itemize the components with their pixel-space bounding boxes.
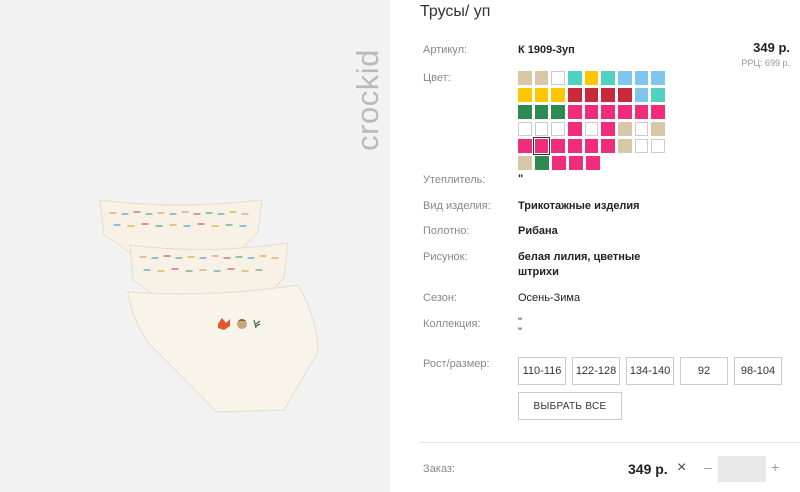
brand-logo-text: crockid (350, 49, 385, 151)
size-options: 110-116 122-128 134-140 92 98-104 (518, 357, 788, 385)
product-info-panel: Трусы/ уп Артикул: К 1909-3уп 349 р. РРЦ… (390, 0, 800, 492)
insulation-label: Утеплитель: (423, 174, 486, 186)
order-price: 349 р. (628, 461, 668, 477)
swatch-row (518, 105, 668, 119)
color-swatch[interactable] (584, 122, 599, 136)
color-swatch[interactable] (634, 105, 649, 119)
color-swatch[interactable] (601, 139, 616, 153)
color-swatch[interactable] (651, 88, 666, 102)
size-option[interactable]: 110-116 (518, 357, 566, 385)
color-swatch[interactable] (568, 88, 582, 102)
size-option[interactable]: 122-128 (572, 357, 620, 385)
swatch-row (518, 71, 668, 85)
color-swatch[interactable] (601, 71, 616, 85)
color-swatch[interactable] (552, 156, 566, 170)
close-icon[interactable]: × (677, 459, 686, 477)
color-swatch[interactable] (618, 122, 632, 136)
color-swatch[interactable] (634, 88, 649, 102)
color-swatch[interactable] (518, 88, 532, 102)
color-swatch[interactable] (534, 105, 549, 119)
season-label: Сезон: (423, 292, 457, 304)
fabric-label: Полотно: (423, 225, 470, 237)
color-swatch[interactable] (518, 122, 532, 136)
divider (420, 442, 800, 443)
color-swatch[interactable] (586, 156, 600, 170)
color-swatch[interactable] (651, 105, 666, 119)
color-swatch[interactable] (551, 105, 566, 119)
product-title: Трусы/ уп (420, 3, 491, 20)
color-swatch[interactable] (601, 122, 616, 136)
color-swatch[interactable] (534, 88, 549, 102)
color-swatch[interactable] (584, 139, 599, 153)
color-swatch[interactable] (568, 105, 582, 119)
color-swatches (518, 71, 668, 173)
color-swatch[interactable] (634, 122, 649, 136)
select-all-button[interactable]: ВЫБРАТЬ ВСЕ (518, 392, 622, 420)
swatch-row (518, 122, 668, 136)
swatch-row (518, 137, 668, 155)
collection-value: " " (518, 316, 522, 338)
color-label: Цвет: (423, 72, 451, 84)
color-swatch[interactable] (601, 88, 616, 102)
panties-illustration (99, 199, 319, 413)
size-option[interactable]: 98-104 (734, 357, 782, 385)
color-swatch[interactable] (584, 105, 599, 119)
color-swatch[interactable] (551, 88, 566, 102)
color-swatch[interactable] (535, 156, 549, 170)
color-swatch[interactable] (618, 88, 632, 102)
color-swatch[interactable] (651, 71, 666, 85)
color-swatch[interactable] (651, 122, 666, 136)
article-value: К 1909-3уп (518, 44, 575, 56)
color-swatch[interactable] (601, 105, 616, 119)
collection-label: Коллекция: (423, 318, 481, 330)
color-swatch[interactable] (568, 71, 582, 85)
brand-logo: crockid (338, 22, 390, 172)
increase-quantity-button[interactable]: + (771, 459, 779, 475)
color-swatch[interactable] (518, 156, 532, 170)
season-value: Осень-Зима (518, 292, 581, 304)
color-swatch[interactable] (618, 105, 632, 119)
size-option[interactable]: 92 (680, 357, 728, 385)
product-photo: crockid (0, 0, 390, 492)
color-swatch[interactable] (651, 139, 666, 153)
color-swatch[interactable] (532, 137, 551, 155)
color-swatch[interactable] (568, 139, 582, 153)
color-swatch[interactable] (568, 122, 582, 136)
color-swatch[interactable] (518, 139, 532, 153)
pattern-value: белая лилия, цветные штрихи (518, 251, 641, 278)
color-swatch[interactable] (551, 139, 566, 153)
type-value: Трикотажные изделия (518, 200, 640, 212)
decrease-quantity-button[interactable]: – (704, 459, 712, 475)
color-swatch[interactable] (634, 71, 649, 85)
color-swatch[interactable] (569, 156, 583, 170)
insulation-value: " (518, 173, 524, 185)
color-swatch[interactable] (584, 71, 599, 85)
size-label: Рост/размер: (423, 358, 490, 370)
article-label: Артикул: (423, 44, 468, 56)
color-swatch[interactable] (618, 71, 632, 85)
fabric-value: Рибана (518, 225, 558, 237)
color-swatch[interactable] (551, 71, 566, 85)
type-label: Вид изделия: (423, 200, 491, 212)
color-swatch[interactable] (634, 139, 649, 153)
color-swatch[interactable] (551, 122, 566, 136)
size-option[interactable]: 134-140 (626, 357, 674, 385)
recommended-price: РРЦ: 699 р. (741, 58, 790, 68)
color-swatch[interactable] (534, 122, 549, 136)
swatch-row (518, 156, 668, 170)
quantity-input[interactable] (718, 456, 766, 482)
color-swatch[interactable] (518, 71, 532, 85)
color-swatch[interactable] (618, 139, 632, 153)
color-swatch[interactable] (518, 105, 532, 119)
swatch-row (518, 88, 668, 102)
order-label: Заказ: (423, 463, 455, 475)
color-swatch[interactable] (584, 88, 599, 102)
pattern-label: Рисунок: (423, 251, 468, 263)
product-price: 349 р. (753, 40, 790, 55)
color-swatch[interactable] (534, 71, 549, 85)
